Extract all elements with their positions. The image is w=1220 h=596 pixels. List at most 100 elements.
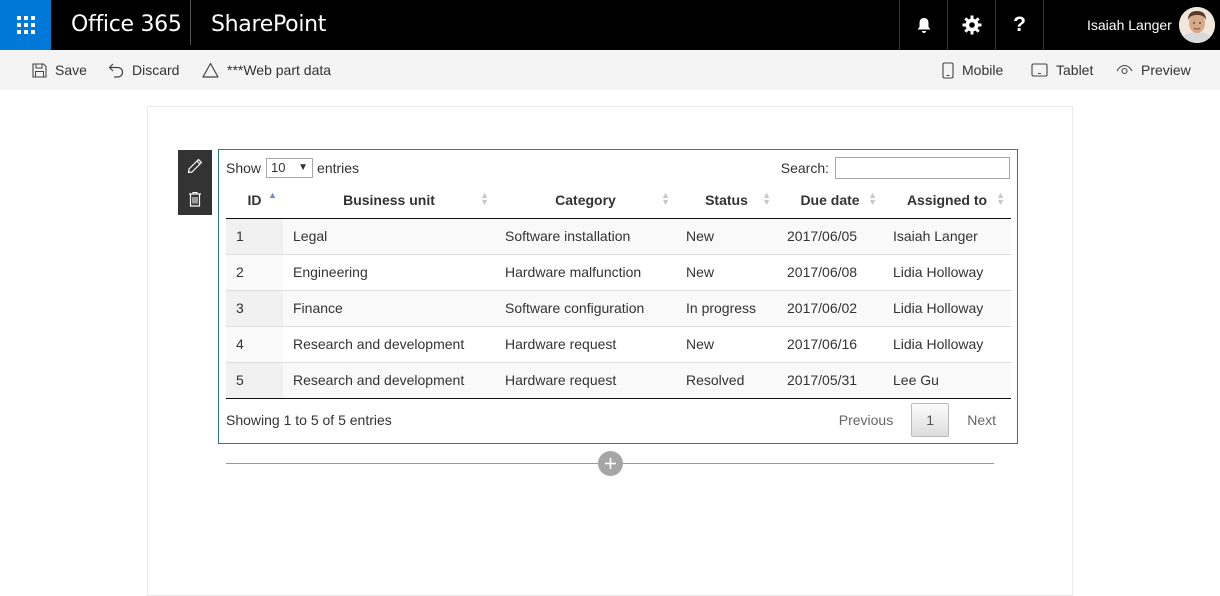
mobile-button[interactable]: Mobile — [942, 50, 1003, 90]
column-header-status[interactable]: Status ▲ ▼ — [676, 182, 777, 219]
cell-assigned-to: Lidia Holloway — [883, 253, 1011, 290]
notifications-button[interactable] — [899, 0, 947, 50]
caret-down-icon: ▼ — [298, 162, 309, 173]
table-row[interactable]: 5 Research and development Hardware requ… — [226, 361, 1011, 399]
webpart-data-label: ***Web part data — [227, 62, 332, 78]
search-label: Search: — [780, 160, 829, 176]
tablet-icon — [1031, 63, 1048, 77]
column-header-label: Business unit — [343, 191, 435, 208]
column-header-label: Status — [705, 191, 748, 208]
cell-category: Software configuration — [495, 289, 676, 326]
sort-both-icon: ▲ ▼ — [480, 190, 489, 207]
cell-business-unit: Research and development — [283, 361, 495, 399]
suite-bar: Office 365 SharePoint ? Isaiah Langer — [0, 0, 1220, 50]
cell-due-date: 2017/05/31 — [777, 361, 883, 399]
cell-assigned-to: Lidia Holloway — [883, 289, 1011, 326]
cell-id: 5 — [226, 361, 283, 399]
cell-due-date: 2017/06/02 — [777, 289, 883, 326]
brand-title[interactable]: Office 365 — [71, 0, 182, 50]
help-icon: ? — [1013, 13, 1026, 36]
cell-status: Resolved — [676, 361, 777, 399]
table-row[interactable]: 2 Engineering Hardware malfunction New 2… — [226, 253, 1011, 290]
column-header-label: ID — [247, 191, 262, 208]
cell-assigned-to: Lidia Holloway — [883, 325, 1011, 362]
table-info: Showing 1 to 5 of 5 entries — [226, 412, 392, 428]
webpart-data-button[interactable]: ***Web part data — [202, 50, 331, 90]
save-button[interactable]: Save — [32, 50, 87, 90]
column-header-due-date[interactable]: Due date ▲ ▼ — [777, 182, 883, 219]
suite-divider — [1043, 0, 1044, 50]
column-header-label: Assigned to — [906, 191, 988, 208]
cell-business-unit: Legal — [283, 218, 495, 254]
cell-due-date: 2017/06/05 — [777, 218, 883, 254]
discard-label: Discard — [132, 62, 180, 78]
column-header-assigned-to[interactable]: Assigned to ▲ ▼ — [883, 182, 1011, 219]
cell-category: Hardware request — [495, 325, 676, 362]
cell-business-unit: Finance — [283, 289, 495, 326]
table-row[interactable]: 1 Legal Software installation New 2017/0… — [226, 218, 1011, 254]
waffle-icon — [16, 16, 35, 34]
preview-button[interactable]: Preview — [1116, 50, 1191, 90]
column-header-label: Due date — [800, 191, 860, 208]
cell-business-unit: Research and development — [283, 325, 495, 362]
column-header-category[interactable]: Category ▲ ▼ — [495, 182, 676, 219]
tablet-label: Tablet — [1056, 62, 1094, 78]
cell-id: 2 — [226, 253, 283, 290]
cell-id: 1 — [226, 218, 283, 254]
app-launcher-button[interactable] — [0, 0, 51, 50]
cell-category: Hardware malfunction — [495, 253, 676, 290]
cell-business-unit: Engineering — [283, 253, 495, 290]
app-name[interactable]: SharePoint — [211, 0, 326, 50]
cell-status: In progress — [676, 289, 777, 326]
cell-due-date: 2017/06/08 — [777, 253, 883, 290]
cell-assigned-to: Lee Gu — [883, 361, 1011, 399]
mobile-icon — [942, 61, 954, 79]
page-button-current[interactable]: 1 — [911, 403, 950, 437]
column-header-label: Category — [555, 191, 616, 208]
eye-icon — [1116, 64, 1133, 75]
undo-icon — [108, 63, 124, 78]
sort-both-icon: ▲ ▼ — [661, 190, 670, 207]
column-header-id[interactable]: ID ▲ — [226, 182, 283, 219]
user-photo — [1179, 7, 1215, 43]
entries-select[interactable]: 10 ▼ — [266, 158, 314, 178]
webpart-toolbar — [178, 150, 212, 215]
cell-category: Software installation — [495, 218, 676, 254]
entries-value: 10 — [271, 160, 286, 175]
next-page-button[interactable]: Next — [953, 403, 1010, 437]
cell-due-date: 2017/06/16 — [777, 325, 883, 362]
mobile-label: Mobile — [962, 62, 1004, 78]
settings-button[interactable] — [947, 0, 995, 50]
cell-id: 4 — [226, 325, 283, 362]
cell-category: Hardware request — [495, 361, 676, 399]
avatar[interactable] — [1179, 7, 1215, 43]
table-row[interactable]: 4 Research and development Hardware requ… — [226, 325, 1011, 362]
pencil-icon — [187, 158, 203, 174]
gear-icon — [962, 15, 981, 35]
datatable-webpart[interactable]: Show 10 ▼ entries Search: ID ▲ Business … — [218, 149, 1018, 444]
sort-both-icon: ▲ ▼ — [868, 190, 877, 207]
delete-webpart-button[interactable] — [178, 183, 212, 215]
discard-button[interactable]: Discard — [108, 50, 179, 90]
user-name[interactable]: Isaiah Langer — [1087, 0, 1172, 50]
help-button[interactable]: ? — [995, 0, 1043, 50]
table-row[interactable]: 3 Finance Software configuration In prog… — [226, 289, 1011, 326]
entries-label: entries — [317, 160, 360, 176]
sort-both-icon: ▲ ▼ — [996, 190, 1005, 207]
bell-icon — [917, 17, 930, 33]
edit-webpart-button[interactable] — [178, 150, 212, 182]
table-header-row: ID ▲ Business unit ▲ ▼ Category ▲ ▼ Status… — [226, 182, 1011, 219]
cell-id: 3 — [226, 289, 283, 326]
brand-divider — [190, 0, 191, 45]
show-label: Show — [226, 160, 262, 176]
search-input[interactable] — [835, 157, 1010, 179]
column-header-business-unit[interactable]: Business unit ▲ ▼ — [283, 182, 495, 219]
save-label: Save — [55, 62, 87, 78]
sort-asc-icon: ▲ — [268, 190, 277, 200]
pagination: Previous 1 Next — [825, 403, 1010, 437]
save-icon — [32, 62, 47, 78]
trash-icon — [189, 191, 201, 207]
previous-page-button[interactable]: Previous — [825, 403, 907, 437]
add-webpart-button[interactable] — [598, 451, 623, 476]
tablet-button[interactable]: Tablet — [1031, 50, 1093, 90]
